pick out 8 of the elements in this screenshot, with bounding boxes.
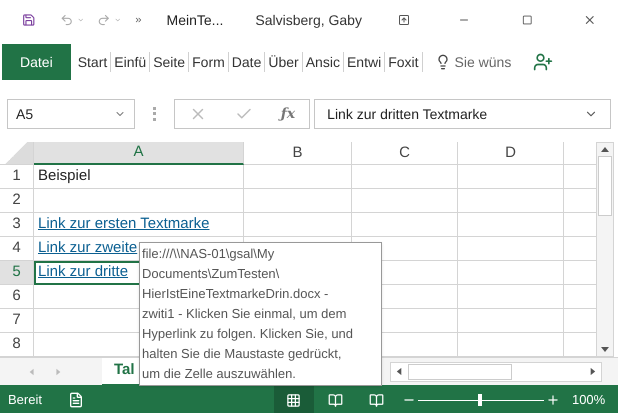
document-title: MeinTe... [166, 10, 224, 30]
cell-reference: A5 [16, 104, 34, 124]
user-name: Salvisberg, Gaby [255, 10, 362, 30]
formula-value: Link zur dritten Textmarke [327, 104, 488, 124]
status-text: Bereit [8, 391, 42, 410]
cell-text: Beispiel [38, 166, 91, 186]
zoom-reading: 100% [572, 391, 606, 410]
hyperlink-tooltip: file:///\\NAS-01\gsal\My Documents\ZumTesten\ HierIstEineTextmarkeDrin.docx - zwiti1 - Klicken Sie einmal, um dem Hyperlink zu folgen. Klicken Sie, und halten Sie die Maustaste gedrückt, um die Zelle auszuwählen. [139, 242, 382, 386]
